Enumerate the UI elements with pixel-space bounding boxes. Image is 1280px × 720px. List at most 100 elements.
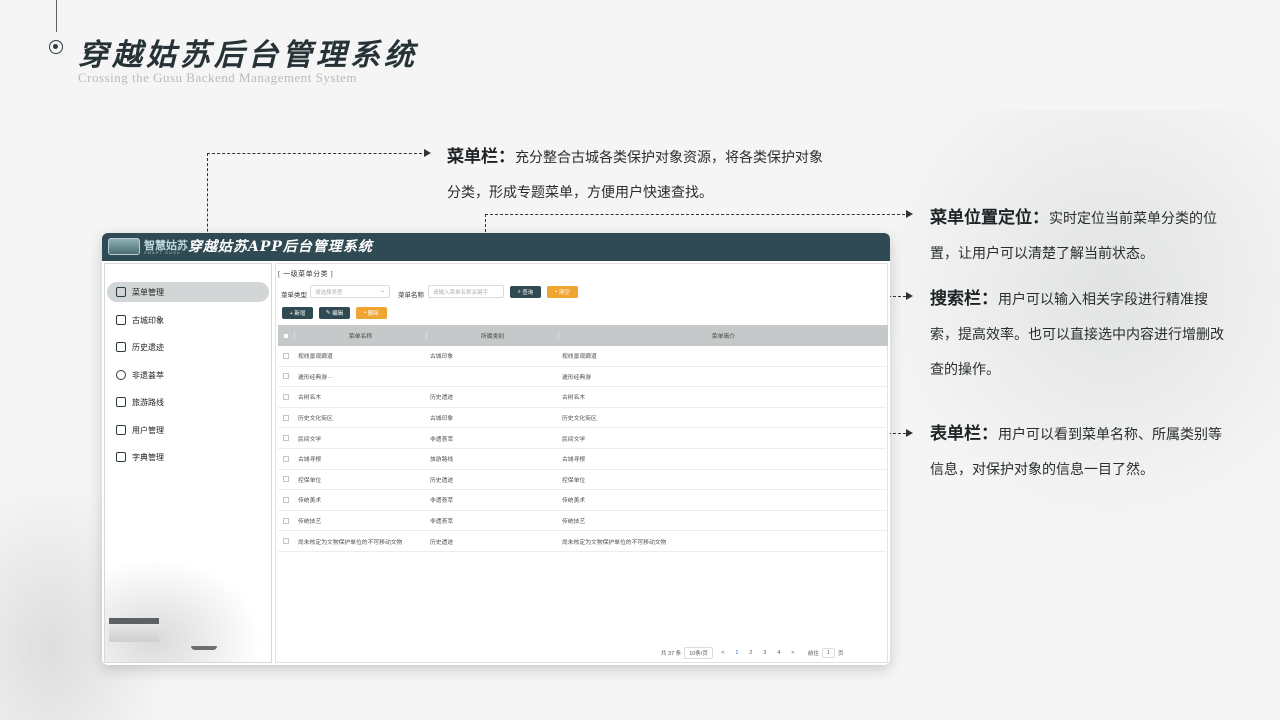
header-line (56, 0, 57, 32)
sidebar-item-label: 菜单管理 (132, 287, 164, 297)
clear-button-label: 清空 (558, 290, 570, 296)
sidebar-item-label: 旅游路线 (132, 397, 164, 407)
table-row[interactable]: 古城寻根 旅游路线 古城寻根 (278, 449, 888, 470)
page-button[interactable]: 1 (730, 650, 744, 656)
sidebar-item-ancient-city[interactable]: 古城印象 (107, 310, 269, 330)
menu-icon (116, 287, 126, 297)
table-row[interactable]: 民间文学 非遗荟萃 民间文学 (278, 428, 888, 449)
app-topbar: 智慧姑苏 SMART GUSU 穿越姑苏APP后台管理系统 (102, 233, 890, 261)
menu-type-label: 菜单类型 (281, 292, 307, 299)
next-page-button[interactable]: > (786, 650, 800, 656)
sidebar-item-intangible-heritage[interactable]: 非遗荟萃 (107, 365, 269, 385)
table-cell: 遁形经典游··· (298, 374, 333, 381)
table-cell: 传统美术 (562, 498, 586, 505)
page-subtitle: Crossing the Gusu Backend Management Sys… (78, 70, 357, 85)
table-cell: 控保单位 (298, 477, 322, 484)
arrow-icon (906, 292, 913, 300)
row-select-cell (278, 373, 294, 380)
logo-subtext: SMART GUSU (144, 250, 181, 255)
sidebar: 菜单管理 古城印象 历史遗迹 非遗荟萃 旅游路线 用户管理 字典管理 (104, 263, 272, 663)
edit-button[interactable]: ✎ 编辑 (319, 307, 350, 319)
row-checkbox[interactable] (283, 538, 289, 545)
row-checkbox[interactable] (283, 455, 289, 462)
sidebar-item-label: 字典管理 (132, 452, 164, 462)
table-row[interactable]: 遁形经典游··· 遁形经典游 (278, 367, 888, 388)
row-checkbox[interactable] (283, 414, 289, 421)
sidebar-item-label: 历史遗迹 (132, 342, 164, 352)
page-button[interactable]: 3 (758, 650, 772, 656)
table-cell: 古城寻根 (298, 457, 322, 464)
table-cell: 非遗荟萃 (430, 436, 454, 443)
table-row[interactable]: 传统美术 非遗荟萃 传统美术 (278, 490, 888, 511)
annotation-search-bar: 搜索栏：用户可以输入相关字段进行精准搜索，提高效率。也可以直接选中内容进行增删改… (930, 281, 1235, 388)
route-icon (116, 397, 126, 407)
annotation-heading: 表单栏： (930, 424, 998, 443)
page-size-select[interactable]: 10条/页 (684, 647, 713, 659)
row-checkbox[interactable] (283, 435, 289, 442)
row-checkbox[interactable] (283, 393, 289, 400)
sidebar-item-menu-management[interactable]: 菜单管理 (107, 282, 269, 302)
menu-name-input[interactable]: 请输入菜单名称关键字 (428, 285, 504, 298)
book-icon (116, 452, 126, 462)
table-row[interactable]: 传统技艺 非遗荟萃 传统技艺 (278, 511, 888, 532)
table-row[interactable]: 历史文化街区 古城印象 历史文化街区 (278, 408, 888, 429)
house-illustration (109, 618, 159, 642)
table-cell: 古树名木 (562, 395, 586, 402)
table-row[interactable]: 视线景观廊道 古城印象 视线景观廊道 (278, 346, 888, 367)
arrow-icon (424, 149, 431, 157)
goto-page-input[interactable]: 1 (821, 648, 835, 658)
row-select-cell (278, 496, 294, 503)
row-select-cell (278, 352, 294, 359)
prev-page-button[interactable]: < (716, 650, 730, 656)
table-cell: 民间文学 (562, 436, 586, 443)
page-button[interactable]: 2 (744, 650, 758, 656)
menu-name-placeholder: 请输入菜单名称关键字 (433, 290, 489, 296)
sidebar-item-dictionary[interactable]: 字典管理 (107, 447, 269, 467)
user-icon (116, 425, 126, 435)
row-checkbox[interactable] (283, 476, 289, 483)
landscape-icon (116, 315, 126, 325)
menu-type-select[interactable]: 请选择类型 ⌄ (310, 285, 390, 298)
page-button[interactable]: 4 (772, 650, 786, 656)
table-cell: 历史遗迹 (430, 477, 454, 484)
query-button[interactable]: ⌕ 查询 (510, 286, 541, 298)
table-cell: 历史遗迹 (430, 539, 454, 546)
goto-suffix: 页 (837, 651, 844, 657)
table-row[interactable]: 控保单位 历史遗迹 控保单位 (278, 470, 888, 491)
row-checkbox[interactable] (283, 352, 289, 359)
select-all-cell (278, 332, 294, 339)
sidebar-item-user-management[interactable]: 用户管理 (107, 420, 269, 440)
sidebar-item-label: 古城印象 (132, 315, 164, 325)
column-header[interactable]: 菜单名称 (294, 331, 426, 340)
column-header[interactable]: 所属类别 (426, 331, 558, 340)
row-checkbox[interactable] (283, 517, 289, 524)
row-checkbox[interactable] (283, 373, 289, 380)
table-cell: 古城寻根 (562, 457, 586, 464)
arrow-icon (906, 210, 913, 218)
add-button[interactable]: + 新增 (282, 307, 313, 319)
boat-illustration (191, 646, 217, 650)
row-select-cell (278, 455, 294, 462)
clear-button[interactable]: ▪ 清空 (547, 286, 578, 298)
menu-name-label: 菜单名称 (398, 292, 424, 299)
select-all-checkbox[interactable] (283, 332, 289, 339)
table-cell: 历史文化街区 (562, 416, 597, 423)
table-cell: 非遗荟萃 (430, 498, 454, 505)
sidebar-item-tour-routes[interactable]: 旅游路线 (107, 392, 269, 412)
table-row[interactable]: 尚未核定为文物保护单位的不可移动文物 历史遗迹 尚未核定为文物保护单位的不可移动文物 (278, 531, 888, 552)
sidebar-item-historic-sites[interactable]: 历史遗迹 (107, 337, 269, 357)
row-select-cell (278, 435, 294, 442)
column-header[interactable]: 菜单简介 (558, 331, 888, 340)
row-checkbox[interactable] (283, 496, 289, 503)
annotation-menu-position: 菜单位置定位：实时定位当前菜单分类的位置，让用户可以清楚了解当前状态。 (930, 200, 1230, 272)
page-title: 穿越姑苏后台管理系统 (78, 38, 418, 73)
sidebar-item-label: 用户管理 (132, 425, 164, 435)
total-count: 共 37 条 (661, 651, 682, 657)
leader-line-2h (485, 214, 905, 215)
table-row[interactable]: 古树名木 历史遗迹 古树名木 (278, 387, 888, 408)
delete-button[interactable]: ▪ 删除 (356, 307, 387, 319)
table-cell: 古城印象 (430, 354, 454, 361)
chevron-down-icon: ⌄ (379, 288, 385, 294)
building-icon (116, 342, 126, 352)
pagination: 共 37 条 10条/页 < 1 2 3 4 > 前往 1 页 (661, 647, 843, 659)
